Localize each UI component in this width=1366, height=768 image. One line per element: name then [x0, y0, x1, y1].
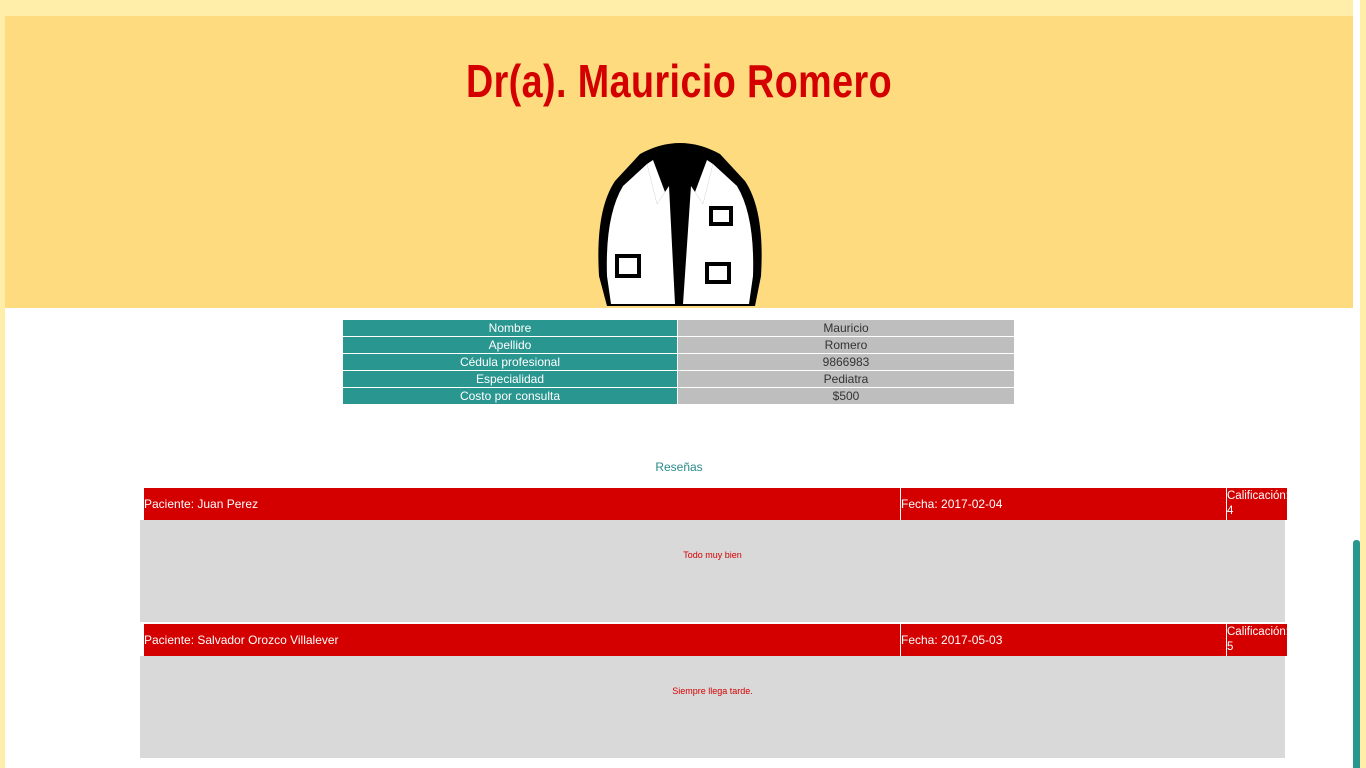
info-row-cedula: Cédula profesional 9866983	[343, 354, 1014, 371]
info-label: Nombre	[343, 320, 678, 337]
review-rating: Calificación: 5	[1227, 624, 1289, 656]
info-value: Romero	[678, 337, 1014, 354]
review-date: Fecha: 2017-05-03	[901, 624, 1227, 656]
scrollbar-thumb[interactable]	[1353, 540, 1360, 768]
info-row-nombre: Nombre Mauricio	[343, 320, 1014, 337]
review-comment: Siempre llega tarde.	[140, 656, 1285, 758]
review-header: Paciente: Salvador Orozco Villalever Fec…	[144, 624, 1289, 656]
info-label: Costo por consulta	[343, 388, 678, 405]
review-date: Fecha: 2017-02-04	[901, 488, 1227, 520]
doctor-info-table: Nombre Mauricio Apellido Romero Cédula p…	[343, 320, 1014, 405]
review-patient: Paciente: Salvador Orozco Villalever	[144, 624, 901, 656]
lab-coat-icon	[598, 143, 762, 306]
info-label: Apellido	[343, 337, 678, 354]
info-value: Mauricio	[678, 320, 1014, 337]
page: Dr(a). Mauricio Romero Nombre Mauricio A…	[5, 16, 1353, 768]
review-patient: Paciente: Juan Perez	[144, 488, 901, 520]
reviews-title: Reseñas	[655, 460, 703, 474]
review-rating: Calificación: 4	[1227, 488, 1289, 520]
info-label: Cédula profesional	[343, 354, 678, 371]
vertical-scrollbar[interactable]	[1353, 0, 1360, 768]
info-label: Especialidad	[343, 371, 678, 388]
info-value: Pediatra	[678, 371, 1014, 388]
review-comment: Todo muy bien	[140, 520, 1285, 622]
info-row-especialidad: Especialidad Pediatra	[343, 371, 1014, 388]
info-row-costo: Costo por consulta $500	[343, 388, 1014, 405]
info-row-apellido: Apellido Romero	[343, 337, 1014, 354]
review-header: Paciente: Juan Perez Fecha: 2017-02-04 C…	[144, 488, 1289, 520]
info-value: $500	[678, 388, 1014, 405]
doctor-title: Dr(a). Mauricio Romero	[465, 55, 893, 107]
info-value: 9866983	[678, 354, 1014, 371]
doctor-header: Dr(a). Mauricio Romero	[5, 16, 1353, 308]
